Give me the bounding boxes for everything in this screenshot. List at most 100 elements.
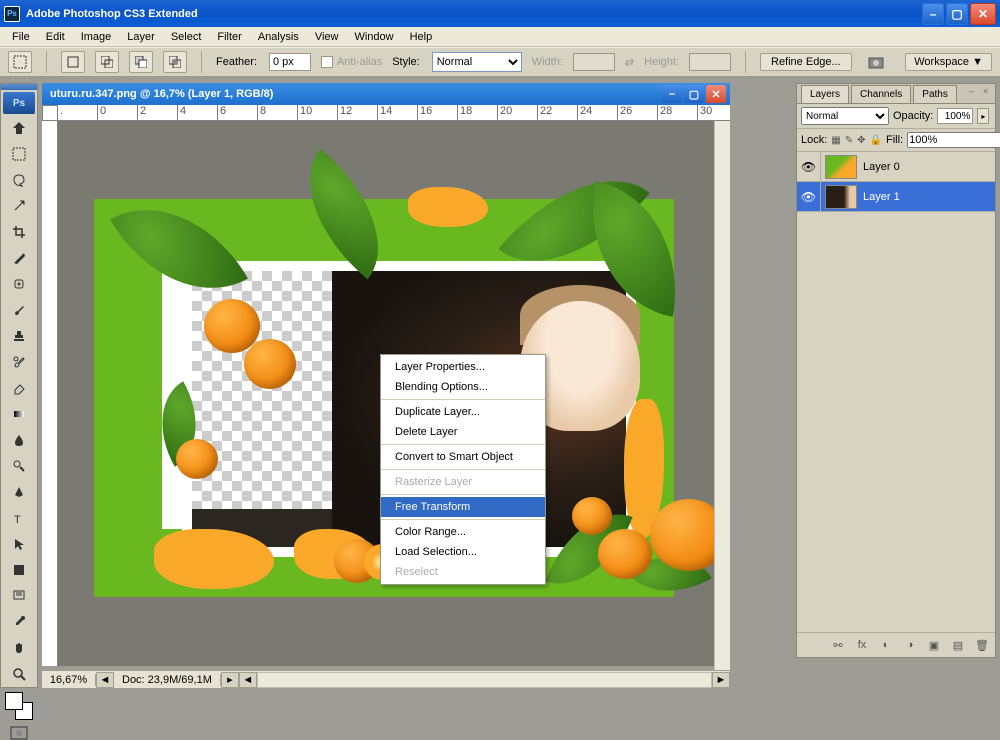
pen-tool[interactable]	[4, 480, 34, 504]
layer-name[interactable]: Layer 0	[861, 161, 995, 173]
path-selection-tool[interactable]	[4, 532, 34, 556]
stamp-tool[interactable]	[4, 324, 34, 348]
menu-filter[interactable]: Filter	[209, 29, 249, 45]
menu-analysis[interactable]: Analysis	[250, 29, 307, 45]
lock-all-icon[interactable]: 🔒	[870, 133, 882, 147]
menu-image[interactable]: Image	[73, 29, 120, 45]
add-selection-icon[interactable]	[95, 51, 119, 73]
layer-row[interactable]: 👁 Layer 1	[797, 182, 995, 212]
eyedropper-tool[interactable]	[4, 610, 34, 634]
opacity-arrow-icon[interactable]: ▸	[977, 108, 989, 124]
lock-position-icon[interactable]: ✥	[857, 133, 865, 147]
status-left-arrow-icon[interactable]: ◄	[96, 672, 114, 688]
opacity-input[interactable]	[937, 108, 973, 124]
hscroll-left-icon[interactable]: ◄	[239, 672, 257, 688]
delete-layer-icon[interactable]: 🗑	[973, 637, 991, 653]
ctx-color-range[interactable]: Color Range...	[381, 522, 545, 542]
window-minimize-button[interactable]: –	[922, 3, 944, 25]
layer-style-icon[interactable]: fx	[853, 637, 871, 653]
menu-help[interactable]: Help	[402, 29, 441, 45]
marquee-tool[interactable]	[4, 142, 34, 166]
layer-row[interactable]: 👁 Layer 0	[797, 152, 995, 182]
lock-pixels-icon[interactable]: ✎	[845, 133, 853, 147]
visibility-toggle-icon[interactable]: 👁	[797, 152, 821, 181]
brush-tool[interactable]	[4, 298, 34, 322]
ctx-convert-smart-object[interactable]: Convert to Smart Object	[381, 447, 545, 467]
visibility-toggle-icon[interactable]: 👁	[797, 182, 821, 211]
menu-select[interactable]: Select	[163, 29, 210, 45]
zoom-level[interactable]: 16,67%	[42, 674, 96, 686]
panel-minimize-icon[interactable]: –	[969, 86, 979, 96]
eraser-tool[interactable]	[4, 376, 34, 400]
doc-minimize-button[interactable]: –	[662, 85, 682, 103]
doc-close-button[interactable]: ✕	[706, 85, 726, 103]
gradient-tool[interactable]	[4, 402, 34, 426]
ctx-delete-layer[interactable]: Delete Layer	[381, 422, 545, 442]
horizontal-scrollbar[interactable]	[257, 672, 712, 688]
refine-edge-button[interactable]: Refine Edge...	[760, 53, 852, 71]
layer-name[interactable]: Layer 1	[861, 191, 995, 203]
hscroll-right-icon[interactable]: ►	[712, 672, 730, 688]
tab-layers[interactable]: Layers	[801, 85, 849, 103]
panel-close-icon[interactable]: ×	[983, 86, 993, 96]
tab-paths[interactable]: Paths	[913, 85, 957, 103]
intersect-selection-icon[interactable]	[163, 51, 187, 73]
ruler-origin[interactable]	[42, 105, 58, 121]
link-layers-icon[interactable]: ⚯	[829, 637, 847, 653]
opacity-label: Opacity:	[893, 110, 933, 122]
doc-size-info[interactable]: Doc: 23,9M/69,1M	[114, 674, 221, 686]
document-titlebar[interactable]: uturu.ru.347.png @ 16,7% (Layer 1, RGB/8…	[42, 83, 730, 105]
style-select[interactable]: Normal	[432, 52, 522, 72]
status-menu-arrow-icon[interactable]: ▸	[221, 672, 239, 688]
notes-tool[interactable]	[4, 584, 34, 608]
fill-input[interactable]	[907, 132, 1000, 148]
color-swatches[interactable]	[5, 692, 33, 720]
menu-file[interactable]: File	[4, 29, 38, 45]
vertical-scrollbar[interactable]	[714, 121, 730, 670]
quick-mask-icon[interactable]	[5, 726, 33, 740]
window-close-button[interactable]: ✕	[970, 3, 996, 25]
vertical-ruler[interactable]	[42, 121, 58, 666]
blend-mode-select[interactable]: Normal	[801, 107, 889, 125]
layer-thumbnail[interactable]	[825, 155, 857, 179]
ctx-blending-options[interactable]: Blending Options...	[381, 377, 545, 397]
shape-tool[interactable]	[4, 558, 34, 582]
subtract-selection-icon[interactable]	[129, 51, 153, 73]
history-brush-tool[interactable]	[4, 350, 34, 374]
ctx-duplicate-layer[interactable]: Duplicate Layer...	[381, 402, 545, 422]
wand-tool[interactable]	[4, 194, 34, 218]
menu-window[interactable]: Window	[346, 29, 401, 45]
layer-mask-icon[interactable]: ◐	[877, 637, 895, 653]
new-group-icon[interactable]: ▣	[925, 637, 943, 653]
toolbox-header-icon[interactable]: Ps	[3, 92, 35, 114]
new-selection-icon[interactable]	[61, 51, 85, 73]
workspace-dropdown[interactable]: Workspace ▼	[905, 53, 992, 71]
ctx-load-selection[interactable]: Load Selection...	[381, 542, 545, 562]
feather-input[interactable]	[269, 53, 311, 71]
menu-layer[interactable]: Layer	[119, 29, 163, 45]
menu-edit[interactable]: Edit	[38, 29, 73, 45]
tab-channels[interactable]: Channels	[851, 85, 911, 103]
zoom-tool[interactable]	[4, 662, 34, 686]
dodge-tool[interactable]	[4, 454, 34, 478]
lock-transparency-icon[interactable]: ▦	[831, 133, 840, 147]
lasso-tool[interactable]	[4, 168, 34, 192]
type-tool[interactable]: T	[4, 506, 34, 530]
go-to-bridge-icon[interactable]	[867, 54, 889, 70]
marquee-tool-icon[interactable]	[8, 51, 32, 73]
hand-tool[interactable]	[4, 636, 34, 660]
crop-tool[interactable]	[4, 220, 34, 244]
layer-thumbnail[interactable]	[825, 185, 857, 209]
adjustment-layer-icon[interactable]: ◑	[901, 637, 919, 653]
menu-view[interactable]: View	[307, 29, 347, 45]
window-maximize-button[interactable]: ▢	[946, 3, 968, 25]
doc-maximize-button[interactable]: ▢	[684, 85, 704, 103]
move-tool[interactable]	[4, 116, 34, 140]
slice-tool[interactable]	[4, 246, 34, 270]
ctx-layer-properties[interactable]: Layer Properties...	[381, 357, 545, 377]
blur-tool[interactable]	[4, 428, 34, 452]
healing-brush-tool[interactable]	[4, 272, 34, 296]
new-layer-icon[interactable]: ▤	[949, 637, 967, 653]
ctx-free-transform[interactable]: Free Transform	[381, 497, 545, 517]
horizontal-ruler[interactable]: .02468101214161820222426283032	[58, 105, 730, 121]
